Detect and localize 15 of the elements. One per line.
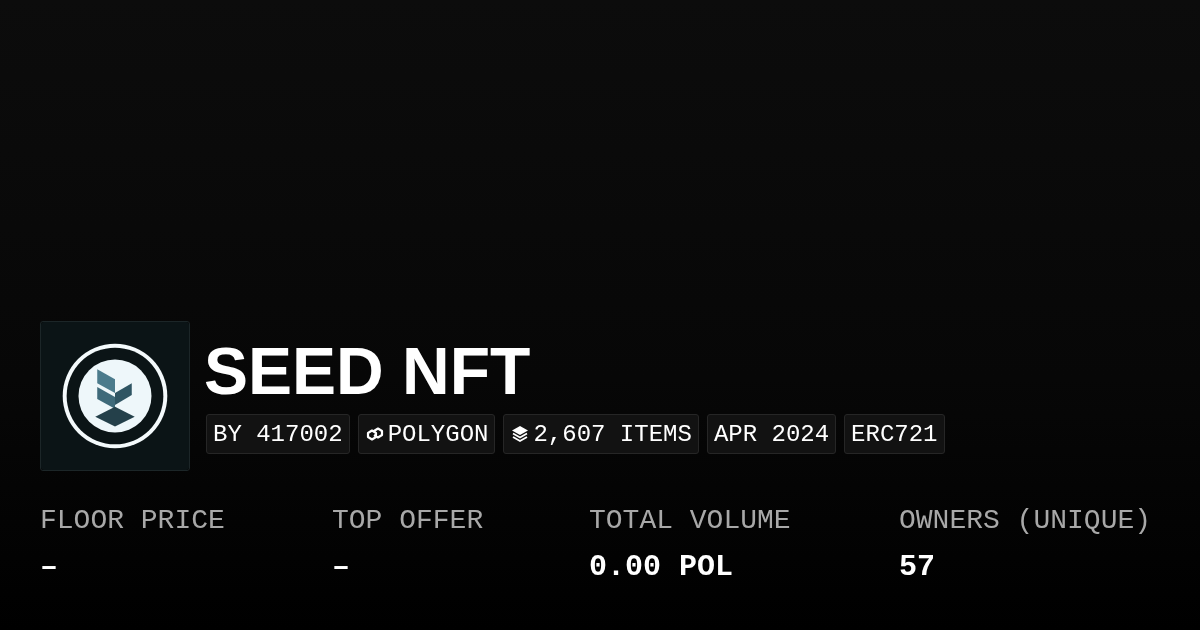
stat-label: OWNERS (UNIQUE) — [899, 505, 1152, 536]
stat-label: TOTAL VOLUME — [589, 505, 791, 536]
tag: 2,607 ITEMS — [503, 414, 699, 454]
stat-label: FLOOR PRICE — [40, 505, 225, 536]
stat-value: 57 — [899, 550, 935, 584]
stat-value: 0.00 POL — [589, 550, 734, 584]
collection-title: SEED NFT — [204, 335, 532, 407]
stat-value: – — [40, 550, 58, 584]
stat-label: TOP OFFER — [332, 505, 484, 536]
tag: POLYGON — [357, 414, 496, 454]
tag: ERC721 — [844, 414, 945, 454]
stat-value: – — [332, 550, 350, 584]
layers-icon — [510, 424, 531, 444]
tag: BY 417002 — [206, 414, 350, 454]
tag: APR 2024 — [706, 414, 837, 454]
